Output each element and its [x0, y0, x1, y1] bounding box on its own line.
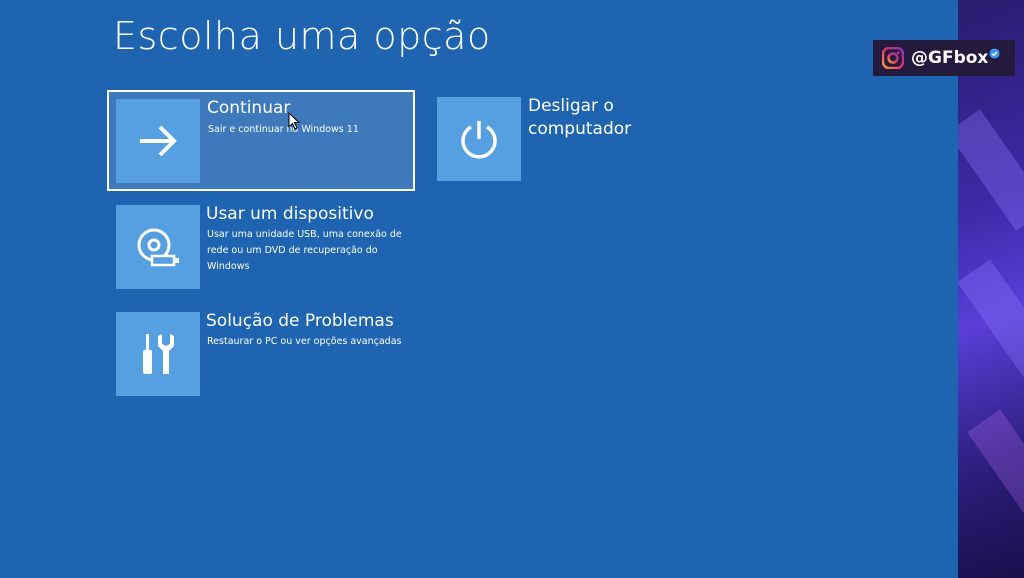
option-title: Desligar o computador [528, 96, 632, 139]
tools-icon [143, 334, 174, 374]
verified-check-icon [989, 47, 1000, 59]
solucao-tile [116, 312, 200, 396]
social-handle: @GFbox [911, 48, 989, 68]
power-icon [461, 121, 497, 159]
option-description: Restaurar o PC ou ver opções avançadas [207, 336, 402, 347]
social-handle-badge: @GFbox [873, 40, 1015, 76]
desligar-tile [437, 97, 521, 181]
background-decoration [958, 0, 1024, 578]
arrow-right-icon [140, 125, 177, 157]
instagram-icon [882, 47, 904, 69]
option-continuar[interactable]: Continuar Sair e continuar no Windows 11 [107, 90, 415, 191]
dispositivo-tile [116, 205, 200, 289]
option-description: Usar uma unidade USB, uma conexão de red… [207, 229, 402, 272]
continuar-tile [116, 99, 200, 183]
option-solucao-problemas[interactable]: Solução de Problemas Restaurar o PC ou v… [116, 311, 416, 398]
recovery-screen: Escolha uma opção Continuar Sair e conti… [0, 0, 958, 578]
page-title: Escolha uma opção [113, 14, 491, 58]
disc-usb-icon [137, 228, 179, 267]
option-title: Continuar [207, 98, 291, 118]
option-title: Usar um dispositivo [206, 204, 374, 224]
option-desligar[interactable]: Desligar o computador [437, 96, 697, 183]
option-usar-dispositivo[interactable]: Usar um dispositivo Usar uma unidade USB… [116, 204, 416, 291]
option-description: Sair e continuar no Windows 11 [208, 124, 359, 135]
mouse-cursor-icon [288, 112, 300, 130]
option-title: Solução de Problemas [206, 311, 394, 331]
